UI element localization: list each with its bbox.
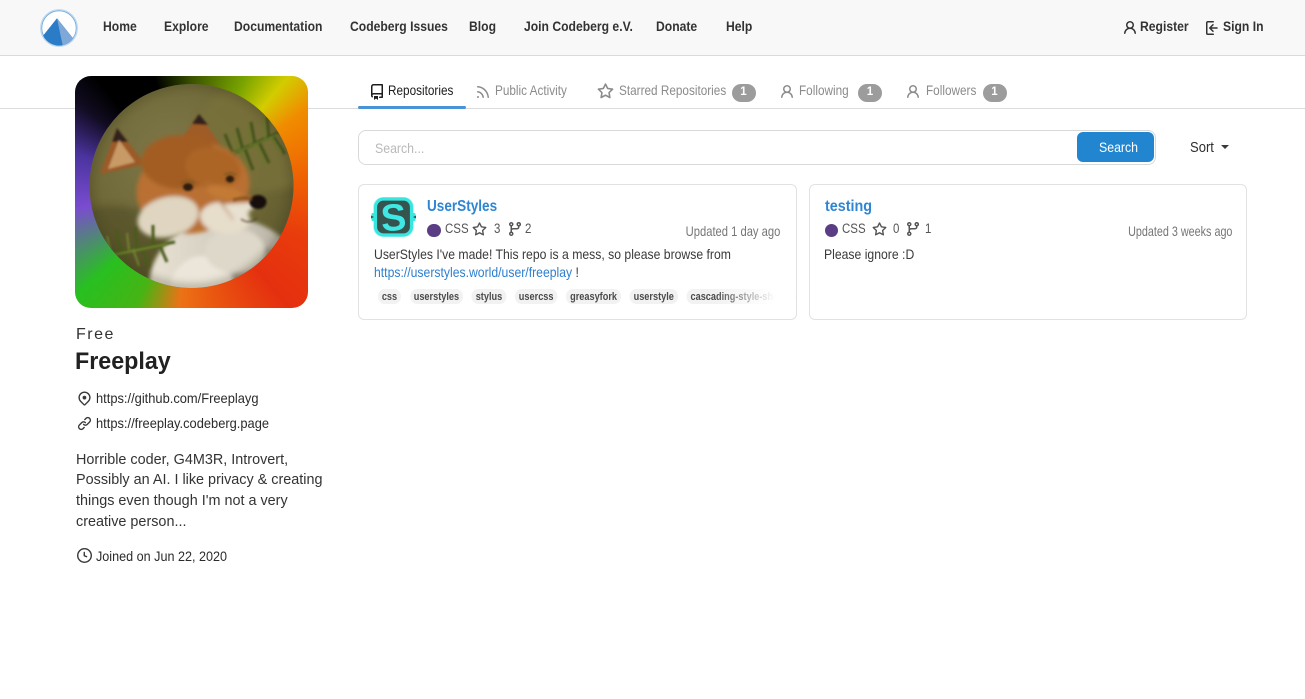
svg-text:S: S bbox=[379, 197, 407, 240]
